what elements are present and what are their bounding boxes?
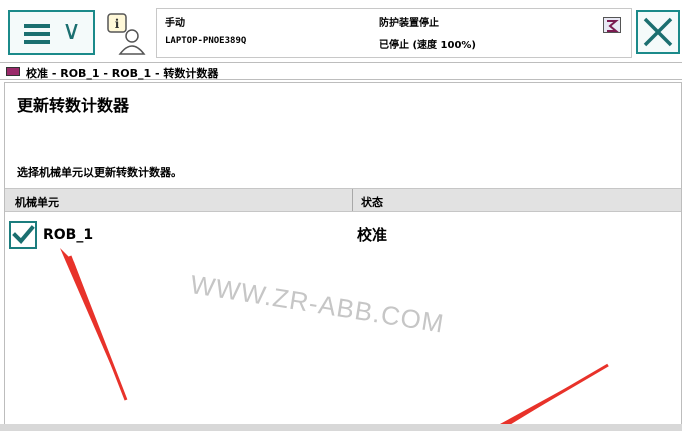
watermark: WWW.ZR-ABB.COM (188, 269, 447, 339)
revolution-counter-panel: 更新转数计数器 选择机械单元以更新转数计数器。 机械单元 状态 ROB_1 校准… (4, 82, 682, 431)
unit-status: 校准 (357, 226, 388, 244)
checkmark-icon (12, 225, 35, 244)
guard-stop-icon (603, 17, 621, 33)
table-header: 机械单元 状态 (5, 188, 681, 212)
breadcrumb: 校准 - ROB_1 - ROB_1 - 转数计数器 (26, 67, 219, 80)
mechanical-unit-name: ROB_1 (43, 227, 94, 243)
table-row[interactable]: ROB_1 校准 (5, 220, 681, 250)
column-header-state[interactable]: 状态 (361, 194, 383, 210)
operating-mode: 手动 (165, 18, 185, 29)
instruction-text: 选择机械单元以更新转数计数器。 (17, 166, 182, 179)
controller-name: LAPTOP-PNOE389Q (165, 36, 247, 46)
main-menu-button[interactable]: ∨ (8, 10, 95, 55)
controller-state: 防护装置停止 (379, 18, 439, 29)
page-title: 更新转数计数器 (17, 96, 130, 115)
info-person-icon[interactable]: i (106, 12, 148, 56)
window-title-bar: 校准 - ROB_1 - ROB_1 - 转数计数器 (0, 62, 682, 80)
close-button[interactable] (636, 10, 680, 54)
top-bar: ∨ i 手动 LAPTOP-PNOE389Q 防护装置停止 已停止 (速度 10… (0, 0, 682, 62)
speed-status: 已停止 (速度 100%) (379, 40, 476, 51)
svg-text:i: i (115, 17, 120, 31)
bottom-bar (0, 424, 682, 431)
chevron-down-icon: ∨ (62, 16, 82, 46)
unit-checkbox[interactable] (9, 221, 37, 249)
calibration-app-icon (6, 67, 20, 76)
close-icon (643, 17, 673, 47)
column-header-unit[interactable]: 机械单元 (15, 194, 59, 210)
status-panel[interactable]: 手动 LAPTOP-PNOE389Q 防护装置停止 已停止 (速度 100%) (156, 8, 632, 58)
column-divider[interactable] (352, 189, 353, 211)
hamburger-menu-icon (24, 24, 50, 48)
